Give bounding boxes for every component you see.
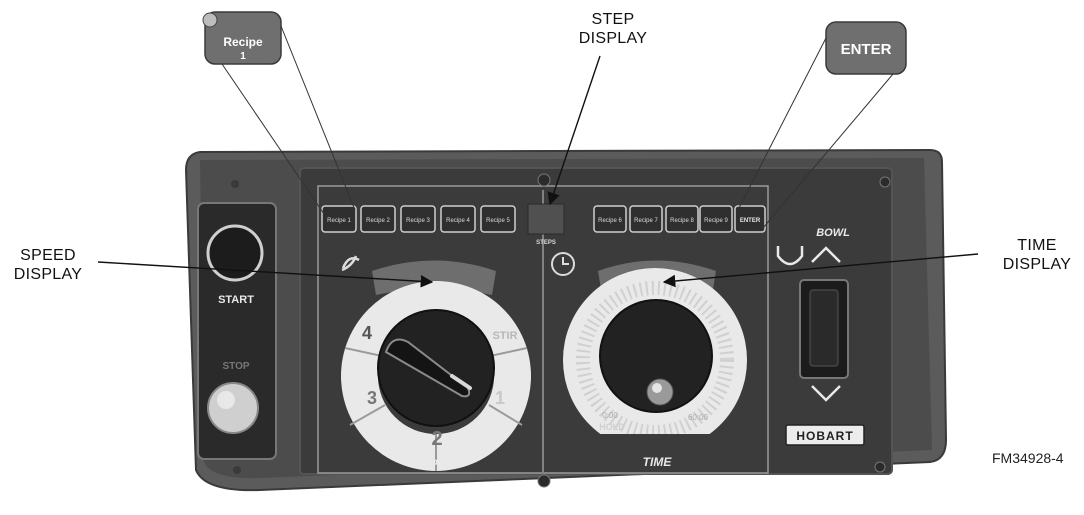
- speed-knob[interactable]: [377, 309, 495, 427]
- panel-screw: [537, 474, 551, 488]
- time-display-callout: TIME DISPLAY: [992, 236, 1082, 274]
- panel-screw: [233, 466, 241, 474]
- speed-segment-label: 1: [495, 388, 505, 408]
- speed-segment-label: 3: [367, 388, 377, 408]
- recipe-button-label: Recipe 2: [366, 218, 390, 224]
- callout-line: STEP: [591, 11, 635, 28]
- callout-line: DISPLAY: [13, 266, 83, 283]
- enter-button[interactable]: ENTER: [734, 205, 766, 233]
- panel-screw: [874, 461, 886, 473]
- time-label: TIME: [643, 455, 673, 469]
- recipe-button-label: Recipe 4: [446, 218, 470, 224]
- panel-screw: [879, 176, 891, 188]
- callout-line: TIME: [1017, 237, 1057, 254]
- recipe-button-label: Recipe 1: [327, 218, 351, 224]
- step-display-window: [527, 203, 565, 235]
- zoom-enter-label: ENTER: [841, 41, 892, 58]
- hold-label: HOLD: [599, 422, 625, 432]
- recipe-button-1[interactable]: Recipe 1: [321, 205, 357, 233]
- panel-screw: [537, 173, 551, 187]
- speed-segment-label: 4: [362, 323, 372, 343]
- hold-zero-label: 0:00: [602, 411, 618, 420]
- timer-knob[interactable]: [599, 299, 713, 413]
- stop-label: STOP: [222, 361, 249, 372]
- speed-label: SPEED: [422, 457, 463, 471]
- recipe-button-5[interactable]: Recipe 5: [480, 205, 516, 233]
- zoom-recipe-label: Recipe: [223, 35, 263, 49]
- speed-segment-label: 2: [431, 428, 442, 450]
- recipe-button-4[interactable]: Recipe 4: [440, 205, 476, 233]
- recipe-button-label: Recipe 5: [486, 218, 510, 224]
- recipe-button-8[interactable]: Recipe 8: [665, 205, 699, 233]
- enter-button-label: ENTER: [740, 218, 761, 224]
- stop-button[interactable]: [207, 382, 259, 434]
- recipe-button-6[interactable]: Recipe 6: [593, 205, 627, 233]
- recipe-button-label: Recipe 7: [634, 218, 658, 224]
- mixer-control-panel-figure: START STOP Recipe 1 Recipe 2 Recipe 3 Re…: [0, 0, 1084, 510]
- recipe-button-label: Recipe 6: [598, 218, 622, 224]
- recipe-button-2[interactable]: Recipe 2: [360, 205, 396, 233]
- speed-display-callout: SPEED DISPLAY: [0, 246, 96, 284]
- time-max-label: 60:00: [688, 413, 709, 422]
- recipe-button-label: Recipe 3: [406, 218, 430, 224]
- panel-screw: [231, 180, 239, 188]
- recipe-button-7[interactable]: Recipe 7: [629, 205, 663, 233]
- recipe-button-3[interactable]: Recipe 3: [400, 205, 436, 233]
- bowl-label: BOWL: [816, 227, 850, 239]
- enter-button-zoom-callout: ENTER: [825, 21, 907, 75]
- recipe-buttons-right: Recipe 6 Recipe 7 Recipe 8 Recipe 9 ENTE…: [593, 205, 766, 233]
- figure-id: FM34928-4: [992, 450, 1064, 466]
- callout-line: DISPLAY: [1002, 256, 1072, 273]
- speed-segment-label: STIR: [492, 330, 517, 342]
- recipe-button-zoom-callout: Recipe 1: [202, 11, 282, 65]
- start-label: START: [218, 294, 254, 306]
- callout-line: SPEED: [20, 247, 76, 264]
- recipe-button-9[interactable]: Recipe 9: [699, 205, 733, 233]
- steps-label: STEPS: [536, 240, 556, 246]
- recipe-button-label: Recipe 8: [670, 218, 694, 224]
- recipe-buttons-left: Recipe 1 Recipe 2 Recipe 3 Recipe 4 Reci…: [321, 205, 516, 233]
- callout-line: DISPLAY: [578, 30, 648, 47]
- recipe-button-label: Recipe 9: [704, 218, 728, 224]
- hobart-logo-text: HOBART: [796, 429, 853, 443]
- zoom-recipe-number: 1: [240, 51, 246, 62]
- step-display-callout: STEP DISPLAY: [568, 10, 658, 48]
